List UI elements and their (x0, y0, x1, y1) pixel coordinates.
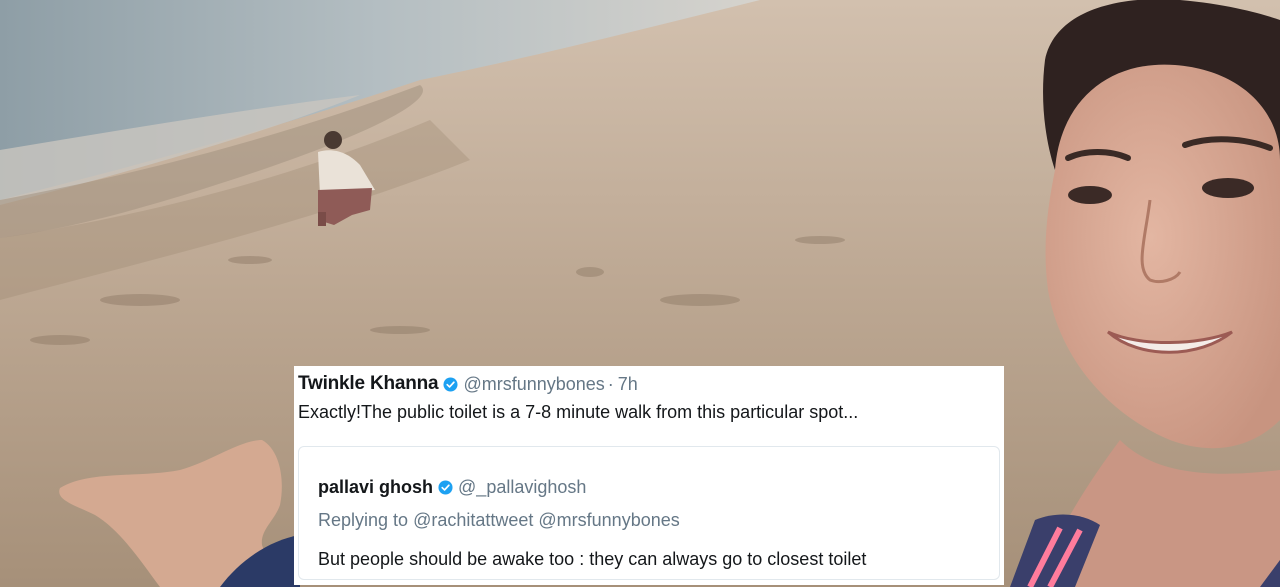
tweet-card: Twinkle Khanna @mrsfunnybones · 7h Exact… (294, 366, 1004, 585)
quoted-tweet-header: pallavi ghosh @_pallavighosh (318, 476, 586, 498)
quoted-tweet[interactable]: pallavi ghosh @_pallavighosh Replying to… (298, 446, 1000, 580)
quoted-author-name[interactable]: pallavi ghosh (318, 477, 433, 498)
verified-badge-icon (438, 479, 453, 495)
verified-badge-icon (443, 376, 458, 392)
tweet-separator: · (607, 373, 614, 394)
reply-mentions[interactable]: @rachitattweet @mrsfunnybones (413, 510, 680, 530)
tweet-text: Exactly!The public toilet is a 7-8 minut… (298, 402, 859, 422)
quoted-author-handle[interactable]: @_pallavighosh (458, 477, 586, 498)
tweet-header: Twinkle Khanna @mrsfunnybones · 7h (298, 372, 638, 396)
quoted-tweet-text: But people should be awake too : they ca… (318, 549, 867, 569)
tweet-author-handle[interactable]: @mrsfunnybones (463, 374, 604, 395)
tweet-author-name[interactable]: Twinkle Khanna (298, 373, 439, 395)
tweet-timestamp[interactable]: 7h (618, 374, 638, 395)
replying-to-line: Replying to @rachitattweet @mrsfunnybone… (318, 510, 680, 531)
replying-to-label: Replying to (318, 510, 409, 530)
